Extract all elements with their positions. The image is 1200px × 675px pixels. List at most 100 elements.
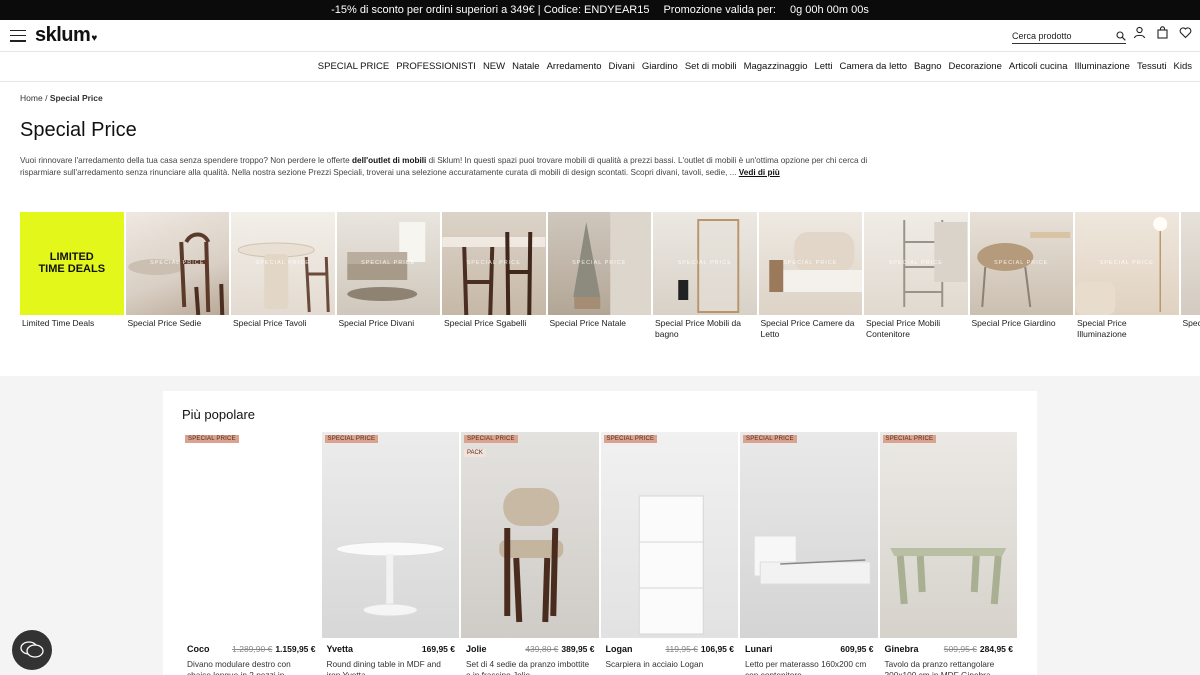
category-image: SPECIAL PRICE [1075, 212, 1179, 315]
category-card[interactable]: SPECIAL PRICE Special Price Sedie [125, 212, 229, 342]
category-card[interactable]: LIMITED TIME DEALS Limited Time Deals [20, 212, 124, 342]
popular-title: Più popolare [182, 407, 255, 422]
special-price-badge: SPECIAL PRICE [464, 435, 518, 443]
product-name: Lunari [745, 644, 773, 654]
product-image: SPECIAL PRICE [182, 432, 320, 638]
breadcrumb-home[interactable]: Home [20, 93, 43, 103]
nav-giardino[interactable]: Giardino [642, 61, 678, 72]
category-label: Limited Time Deals [22, 318, 95, 328]
read-more-link[interactable]: Vedi di più [739, 168, 780, 177]
product-carousel: SPECIAL PRICE Coco 1.289,90 €1.159,95 € D… [182, 432, 1017, 675]
promo-valid-label: Promozione valida per: [663, 4, 776, 16]
menu-icon[interactable] [10, 29, 26, 42]
heart-logo-icon: ♥ [91, 33, 97, 44]
category-card[interactable]: SPECIAL PRICE Special Price Illuminazion… [1075, 212, 1179, 342]
site-header: sklum ♥ Cerca prodotto [0, 20, 1200, 52]
special-price-badge: SPECIAL PRICE [882, 435, 937, 443]
product-image: SPECIAL PRICE PACK [461, 432, 599, 638]
category-label: Special Price Tavoli [233, 318, 307, 328]
category-card[interactable]: SPECIAL PRICE Special Price Tavoli [231, 212, 335, 342]
nav-articoli-cucina[interactable]: Articoli cucina [1009, 61, 1068, 72]
nav-letti[interactable]: Letti [814, 61, 832, 72]
product-name: Yvetta [326, 644, 354, 654]
search-icon[interactable] [1116, 30, 1126, 41]
nav-bagno[interactable]: Bagno [914, 61, 941, 72]
product-price: 106,95 € [700, 644, 734, 654]
product-card[interactable]: SPECIAL PRICE Logan 119,95 €106,95 € Scar… [600, 432, 738, 675]
nav-professionisti[interactable]: PROFESSIONISTI [396, 61, 476, 72]
main-nav: SPECIAL PRICE PROFESSIONISTI NEW Natale … [0, 52, 1200, 82]
user-icon[interactable] [1133, 26, 1146, 39]
nav-tessuti[interactable]: Tessuti [1137, 61, 1167, 72]
product-name: Logan [605, 644, 633, 654]
category-image: SPECIAL PRICE [758, 212, 862, 315]
special-price-badge: SPECIAL PRICE [324, 435, 379, 443]
product-name: Ginebra [884, 644, 919, 654]
product-price: 389,95 € [561, 644, 595, 654]
promo-offer: -15% di sconto per ordini superiori a 34… [331, 4, 650, 16]
category-card[interactable]: SPECIAL PRICE Special Price Sgabelli [442, 212, 546, 342]
wishlist-heart-icon[interactable] [1179, 26, 1192, 39]
category-card[interactable]: SPECIAL PRICE Special Price Natale [547, 212, 651, 342]
product-description: Round dining table in MDF and iron Yvett… [326, 659, 441, 675]
product-card[interactable]: SPECIAL PRICE PACK Jolie 439,80 €389,95 €… [461, 432, 599, 675]
promo-countdown: 0g 00h 00m 00s [789, 4, 869, 16]
category-card[interactable]: SPECIAL PRICE Special Price Giardino [969, 212, 1073, 342]
nav-magazzinaggio[interactable]: Magazzinaggio [744, 61, 808, 72]
product-old-price: 509,95 € [943, 644, 977, 654]
chat-button[interactable] [12, 630, 52, 670]
breadcrumb-current: Special Price [49, 93, 103, 103]
category-card[interactable]: SPECIAL PRICE Special Price Accessori [1180, 212, 1200, 342]
product-card[interactable]: SPECIAL PRICE Ginebra 509,95 €284,95 € Ta… [879, 432, 1017, 675]
category-card[interactable]: SPECIAL PRICE Special Price Mobili da ba… [653, 212, 757, 342]
product-image: SPECIAL PRICE [321, 432, 459, 638]
product-name: Coco [187, 644, 210, 654]
nav-new[interactable]: NEW [483, 61, 505, 72]
category-label: Special Price Camere da Letto [760, 318, 855, 339]
nav-arredamento[interactable]: Arredamento [547, 61, 602, 72]
chat-icon [20, 641, 44, 658]
nav-special-price[interactable]: SPECIAL PRICE [318, 61, 389, 72]
product-description: Divano modulare destro con chaise longue… [187, 659, 291, 675]
search-input[interactable]: Cerca prodotto [1012, 28, 1126, 44]
nav-illuminazione[interactable]: Illuminazione [1074, 61, 1129, 72]
category-card[interactable]: SPECIAL PRICE Special Price Divani [336, 212, 440, 342]
category-image: SPECIAL PRICE [653, 212, 757, 315]
product-price: 609,95 € [840, 644, 874, 654]
bag-icon[interactable] [1156, 26, 1169, 39]
category-carousel: LIMITED TIME DEALS Limited Time Deals SP… [20, 212, 1200, 342]
nav-set-di-mobili[interactable]: Set di mobili [685, 61, 737, 72]
product-image: SPECIAL PRICE [879, 432, 1017, 638]
category-card[interactable]: SPECIAL PRICE Special Price Mobili Conte… [864, 212, 968, 342]
category-label: Special Price Sedie [127, 318, 202, 328]
nav-divani[interactable]: Divani [609, 61, 635, 72]
product-card[interactable]: SPECIAL PRICE Yvetta 169,95 € Round dinin… [321, 432, 459, 675]
category-image: SPECIAL PRICE [969, 212, 1073, 315]
page-title: Special Price [20, 119, 137, 141]
product-description: Scarpiera in acciaio Logan [605, 659, 704, 669]
product-price: 169,95 € [421, 644, 455, 654]
nav-decorazione[interactable]: Decorazione [949, 61, 1002, 72]
limited-deals-tile: LIMITED TIME DEALS [20, 212, 124, 315]
product-card[interactable]: SPECIAL PRICE Lunari 609,95 € Letto per m… [740, 432, 878, 675]
nav-kids[interactable]: Kids [1174, 61, 1192, 72]
product-image: SPECIAL PRICE [600, 432, 738, 638]
breadcrumb: Home / Special Price [20, 93, 103, 103]
intro-text: Vuoi rinnovare l'arredamento della tua c… [20, 156, 868, 177]
popular-section: Più popolare SPECIAL PRICE Coco 1.289,90 … [163, 391, 1037, 675]
category-label: Special Price Mobili Contenitore [866, 318, 941, 339]
category-label: Special Price Natale [549, 318, 627, 328]
category-image: SPECIAL PRICE [547, 212, 651, 315]
category-image: SPECIAL PRICE [442, 212, 546, 315]
category-label: Special Price Accessori [1182, 318, 1200, 328]
category-card[interactable]: SPECIAL PRICE Special Price Camere da Le… [758, 212, 862, 342]
product-card[interactable]: SPECIAL PRICE Coco 1.289,90 €1.159,95 € D… [182, 432, 320, 675]
product-price: 1.159,95 € [275, 644, 316, 654]
product-description: Set di 4 sedie da pranzo imbottite e in … [466, 659, 590, 675]
product-name: Jolie [466, 644, 487, 654]
category-label: Special Price Illuminazione [1077, 318, 1127, 339]
logo[interactable]: sklum ♥ [35, 24, 97, 47]
nav-camera-da-letto[interactable]: Camera da letto [839, 61, 907, 72]
nav-natale[interactable]: Natale [512, 61, 539, 72]
special-price-badge: SPECIAL PRICE [185, 435, 239, 443]
